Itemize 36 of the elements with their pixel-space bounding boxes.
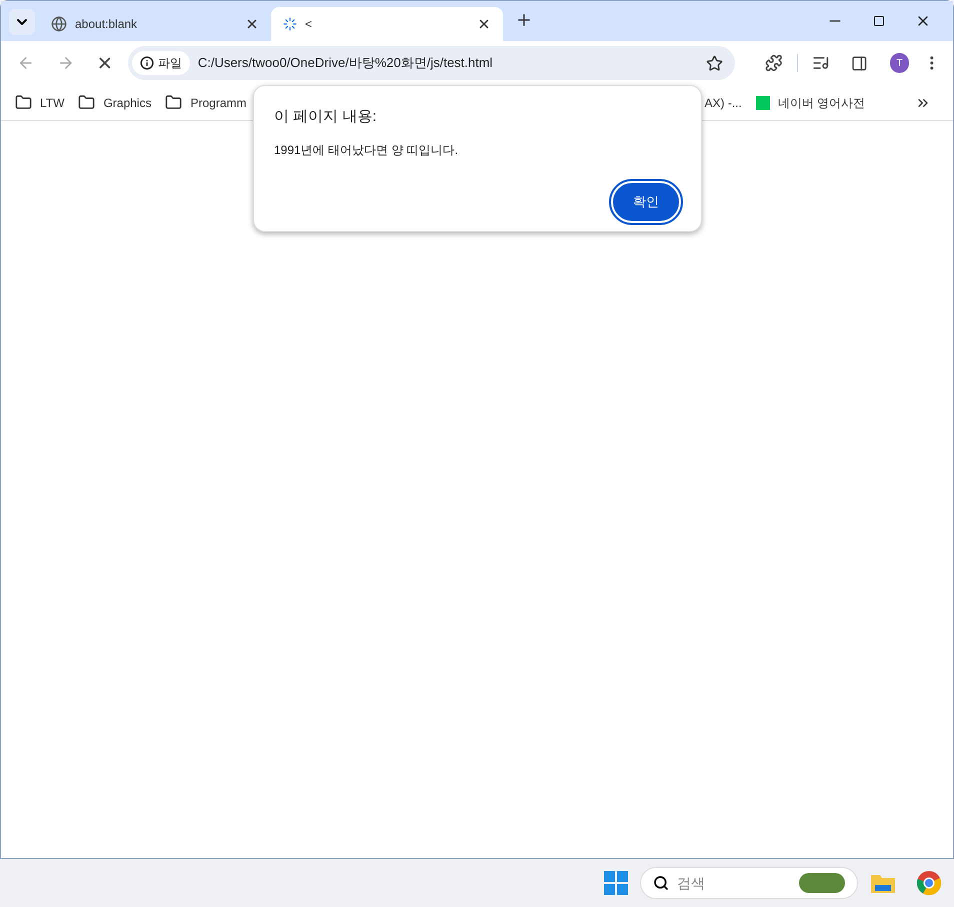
folder-icon xyxy=(78,94,96,111)
search-input[interactable]: 검색 xyxy=(677,872,791,894)
puzzle-icon[interactable] xyxy=(764,54,783,72)
bookmark-item[interactable]: Programm xyxy=(165,94,260,112)
folder-icon xyxy=(165,94,182,111)
new-tab-icon[interactable] xyxy=(515,11,533,29)
close-tab-icon[interactable] xyxy=(477,17,491,31)
search-icon xyxy=(653,875,669,891)
folder-icon[interactable] xyxy=(870,872,896,894)
browser-icon[interactable] xyxy=(916,870,942,896)
tab-title: about:blank xyxy=(75,16,138,33)
browser-tab[interactable]: < xyxy=(271,7,503,41)
windows-start-icon[interactable] xyxy=(604,871,628,895)
tab-title: < xyxy=(305,16,314,33)
bookmark-star-icon[interactable] xyxy=(706,54,723,72)
site-info-chip[interactable]: 파일 xyxy=(132,51,190,75)
dialog-message: 1991년에 태어났다면 양 띠입니다. xyxy=(274,142,460,158)
taskbar-search-bar[interactable]: 검색 xyxy=(640,867,858,899)
side-panel-icon[interactable] xyxy=(851,54,868,72)
ok-button[interactable]: 확인 xyxy=(611,180,681,222)
bookmark-item[interactable]: 네이버 영어사전 xyxy=(756,94,880,112)
browser-tab[interactable]: about:blank xyxy=(39,7,271,41)
tab-search-button[interactable] xyxy=(9,9,35,35)
folder-icon xyxy=(15,94,32,111)
dialog-title: 이 페이지 내용: xyxy=(274,107,378,127)
maximize-icon[interactable] xyxy=(873,15,885,27)
bookmark-item[interactable]: Graphics xyxy=(78,94,166,112)
address-bar[interactable]: 파일 C:/Users/twoo0/OneDrive/바탕%20화면/js/test.html xyxy=(128,46,735,80)
url-text: C:/Users/twoo0/OneDrive/바탕%20화면/js/test.html xyxy=(198,54,494,72)
site-logo-icon xyxy=(756,96,770,110)
bookmark-item[interactable]: LTW xyxy=(15,94,78,112)
profile-avatar[interactable]: T xyxy=(890,53,910,73)
media-control-icon[interactable] xyxy=(812,54,830,72)
info-icon xyxy=(140,56,154,70)
close-tab-icon[interactable] xyxy=(245,17,259,31)
bookmark-item[interactable]: AX) -... xyxy=(704,94,756,112)
